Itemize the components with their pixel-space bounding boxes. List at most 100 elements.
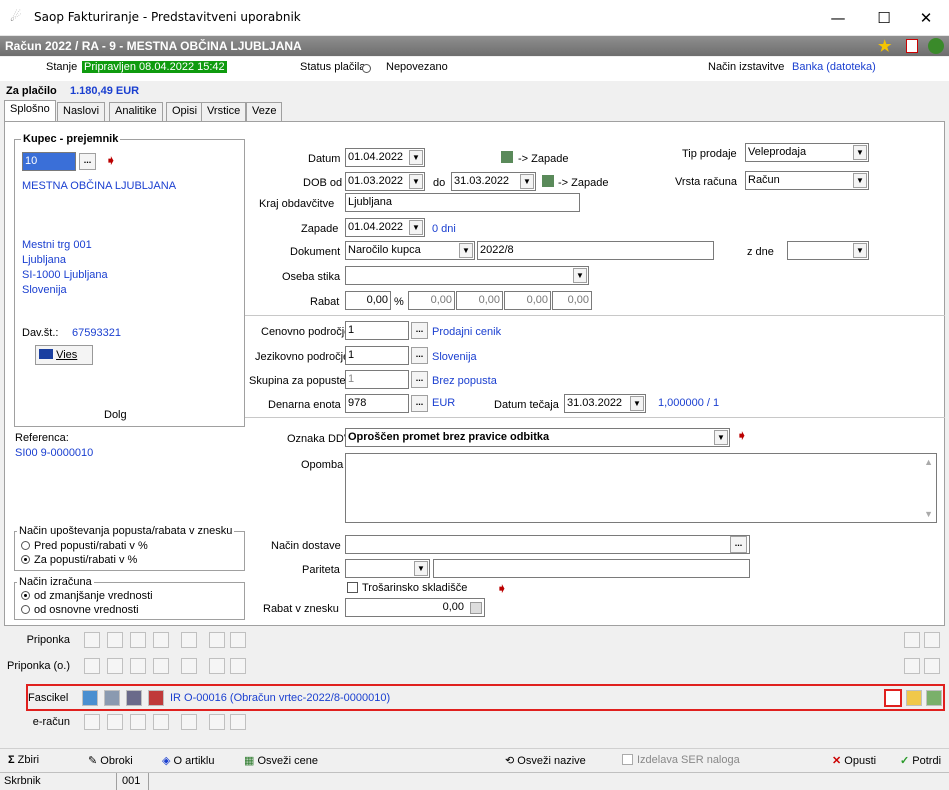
import-icon[interactable] — [153, 714, 169, 730]
tree-icon[interactable] — [926, 690, 942, 706]
edit-doc-icon[interactable] — [107, 658, 123, 674]
new-doc-icon[interactable] — [84, 714, 100, 730]
scroll-down-icon[interactable]: ▼ — [924, 509, 933, 519]
zapade-input[interactable]: 01.04.2022 ▼ — [345, 218, 425, 237]
calculator-icon[interactable] — [501, 151, 513, 163]
denarna-input[interactable]: 978 — [345, 394, 409, 413]
obroki-button[interactable]: ✎ Obroki — [88, 754, 133, 767]
osvezi-cene-button[interactable]: ▦ Osveži cene — [244, 754, 318, 767]
calculator-icon-3[interactable] — [470, 602, 482, 614]
goto-arrow-icon[interactable]: ➧ — [105, 152, 117, 169]
dob-do-input[interactable]: 31.03.2022 ▼ — [451, 172, 536, 191]
new-doc-icon[interactable] — [84, 632, 100, 648]
zbiri-button[interactable]: Σ Zbiri — [8, 754, 39, 766]
jezikovno-browse-button[interactable]: ... — [411, 347, 428, 364]
osvezi-nazive-button[interactable]: ⟲ Osveži nazive — [505, 754, 586, 767]
sign-icon[interactable] — [181, 632, 197, 648]
save-icon[interactable] — [230, 714, 246, 730]
izracun-option-zmanjsanje[interactable]: od zmanjšanje vrednosti — [21, 590, 153, 602]
fascikel-link[interactable]: IR O-00016 (Obračun vrtec-2022/8-0000010… — [170, 692, 390, 704]
tab-splosno[interactable]: Splošno — [4, 100, 56, 122]
dokument-stevilka-input[interactable]: 2022/8 — [477, 241, 714, 260]
izracun-option-osnovne[interactable]: od osnovne vrednosti — [21, 604, 139, 616]
rabat-4-input[interactable]: 0,00 — [504, 291, 551, 310]
rabat-znesek-input[interactable]: 0,00 — [345, 598, 485, 617]
edit-doc-icon[interactable] — [107, 632, 123, 648]
skupina-browse-button[interactable]: ... — [411, 371, 428, 388]
fax-icon[interactable] — [126, 690, 142, 706]
zapade-link-2[interactable]: -> Zapade — [558, 177, 608, 189]
new-doc-icon[interactable] — [84, 658, 100, 674]
close-button[interactable]: ✕ — [904, 6, 948, 30]
tab-analitike[interactable]: Analitike — [109, 102, 163, 122]
oartiklu-button[interactable]: ◈ O artiklu — [162, 754, 214, 767]
rabat-3-input[interactable]: 0,00 — [456, 291, 503, 310]
dostava-browse-button[interactable]: ... — [730, 536, 747, 553]
tab-opisi[interactable]: Opisi — [166, 102, 204, 122]
export-icon[interactable] — [904, 632, 920, 648]
denarna-browse-button[interactable]: ... — [411, 395, 428, 412]
archive-icon[interactable] — [924, 632, 940, 648]
print-icon[interactable] — [209, 658, 225, 674]
folder-icon[interactable] — [906, 690, 922, 706]
import-icon[interactable] — [153, 632, 169, 648]
opomba-textarea[interactable]: ▲ ▼ — [345, 453, 937, 523]
trosarinsko-checkbox[interactable]: Trošarinsko skladišče — [347, 582, 467, 594]
cenovno-input[interactable]: 1 — [345, 321, 409, 340]
archive-icon[interactable] — [924, 658, 940, 674]
scanner-icon[interactable] — [104, 690, 120, 706]
globe-icon[interactable] — [928, 38, 944, 54]
tip-prodaje-select[interactable]: Veleprodaja ▼ — [745, 143, 869, 162]
kupec-browse-button[interactable]: ... — [79, 153, 96, 170]
save-icon[interactable] — [230, 658, 246, 674]
pariteta-text[interactable] — [433, 559, 750, 578]
skupina-input[interactable]: 1 — [345, 370, 409, 389]
rabat-input[interactable]: 0,00 — [345, 291, 391, 310]
jezikovno-input[interactable]: 1 — [345, 346, 409, 365]
print-icon[interactable] — [209, 714, 225, 730]
ddv-goto-icon[interactable]: ➧ — [736, 427, 748, 444]
kupec-code-input[interactable]: 10 — [22, 152, 76, 171]
calculator-icon-2[interactable] — [542, 175, 554, 187]
save-icon[interactable] — [230, 632, 246, 648]
potrdi-button[interactable]: ✓ Potrdi — [900, 754, 941, 767]
vies-button[interactable]: Vies — [35, 345, 93, 365]
dokument-select[interactable]: Naročilo kupca ▼ — [345, 241, 475, 260]
print-icon[interactable] — [209, 632, 225, 648]
maximize-button[interactable]: ☐ — [862, 6, 906, 30]
rabat-5-input[interactable]: 0,00 — [552, 291, 592, 310]
rabat-2-input[interactable]: 0,00 — [408, 291, 455, 310]
sign-icon[interactable] — [181, 714, 197, 730]
import-icon[interactable] — [153, 658, 169, 674]
scan-icon[interactable] — [130, 632, 146, 648]
oseba-select[interactable]: ▼ — [345, 266, 589, 285]
scroll-up-icon[interactable]: ▲ — [924, 457, 933, 467]
cenovno-browse-button[interactable]: ... — [411, 322, 428, 339]
ddv-select[interactable]: Oproščen promet brez pravice odbitka ▼ — [345, 428, 730, 447]
tab-veze[interactable]: Veze — [246, 102, 283, 122]
opusti-button[interactable]: ✕ Opusti — [832, 754, 876, 767]
scan-icon[interactable] — [130, 658, 146, 674]
kraj-input[interactable]: Ljubljana — [345, 193, 580, 212]
scan-icon[interactable] — [130, 714, 146, 730]
document-view-icon[interactable] — [884, 689, 902, 707]
datum-input[interactable]: 01.04.2022 ▼ — [345, 148, 425, 167]
sign-icon[interactable] — [181, 658, 197, 674]
tecaj-date-input[interactable]: 31.03.2022 ▼ — [564, 394, 646, 413]
vrsta-racuna-select[interactable]: Račun ▼ — [745, 171, 869, 190]
attach-icon[interactable] — [82, 690, 98, 706]
zdne-input[interactable]: ▼ — [787, 241, 869, 260]
tab-vrstice[interactable]: Vrstice — [201, 102, 247, 122]
dob-od-input[interactable]: 01.03.2022 ▼ — [345, 172, 425, 191]
tab-naslovi[interactable]: Naslovi — [57, 102, 106, 122]
pariteta-select[interactable]: ▼ — [345, 559, 430, 578]
zapade-link[interactable]: -> Zapade — [518, 153, 568, 165]
minimize-button[interactable]: — — [816, 6, 860, 30]
izdelava-ser-checkbox[interactable]: Izdelava SER naloga — [622, 754, 740, 766]
pdf-icon[interactable] — [906, 39, 918, 53]
binder-icon[interactable] — [148, 690, 164, 706]
popust-option-za[interactable]: Za popusti/rabati v % — [21, 554, 137, 566]
edit-doc-icon[interactable] — [107, 714, 123, 730]
popust-option-pred[interactable]: Pred popusti/rabati v % — [21, 540, 148, 552]
trosarinsko-goto-icon[interactable]: ➧ — [496, 580, 508, 597]
